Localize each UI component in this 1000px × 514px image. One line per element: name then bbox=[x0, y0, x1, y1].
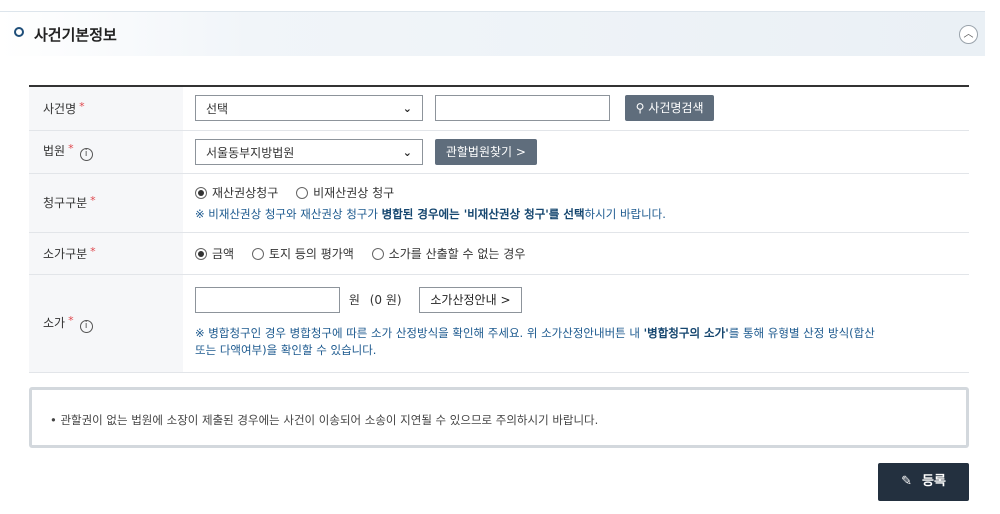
note-text: ※ 병합청구인 경우 병합청구에 따른 소가 산정방식을 확인해 주세요. 위 … bbox=[195, 326, 644, 340]
section-bullet-icon bbox=[14, 27, 24, 37]
chevron-down-icon: ⌄ bbox=[402, 102, 412, 116]
value-label: 소가 bbox=[43, 315, 66, 330]
notice-text: • 관할권이 없는 법원에 소장이 제출된 경우에는 사건이 이송되어 소송이 … bbox=[50, 413, 599, 427]
claim-type-field-cell: 재산권상청구 비재산권상 청구 ※ 비재산권상 청구와 재산권상 청구가 병합된… bbox=[183, 173, 969, 233]
case-info-form: 사건명 * 선택 ⌄ ⚲ 사건명검색 법원 * i 서울동부지방법원 ⌄ 관할법… bbox=[29, 85, 969, 373]
row-case-name: 사건명 * 선택 ⌄ ⚲ 사건명검색 bbox=[29, 86, 969, 131]
option-label: 소가를 산출할 수 없는 경우 bbox=[388, 246, 526, 261]
court-label-cell: 법원 * i bbox=[29, 130, 183, 174]
value-type-option-amount[interactable]: 금액 bbox=[195, 245, 234, 262]
note-text: 하시기 바랍니다. bbox=[584, 206, 666, 221]
notice-box: • 관할권이 없는 법원에 소장이 제출된 경우에는 사건이 이송되어 소송이 … bbox=[29, 387, 969, 448]
note-bold: '병합청구의 소가' bbox=[643, 326, 729, 340]
value-type-option-incalculable[interactable]: 소가를 산출할 수 없는 경우 bbox=[371, 245, 526, 262]
note-bold: 병합된 경우에는 '비재산권상 청구'를 선택 bbox=[381, 206, 585, 221]
value-field-cell: 원 (0 원) 소가산정안내 > ※ 병합청구인 경우 병합청구에 따른 소가 … bbox=[183, 274, 969, 373]
case-name-field-cell: 선택 ⌄ ⚲ 사건명검색 bbox=[183, 86, 969, 131]
register-label: 등록 bbox=[921, 474, 946, 489]
required-mark: * bbox=[68, 142, 74, 155]
claim-type-option-property[interactable]: 재산권상청구 bbox=[195, 184, 278, 201]
page: 사건기본정보 ︿ 사건명 * 선택 ⌄ ⚲ 사건명검색 법원 * i 서울동부지… bbox=[0, 0, 1000, 514]
case-name-search-button[interactable]: ⚲ 사건명검색 bbox=[624, 95, 715, 122]
court-select-value: 서울동부지방법원 bbox=[206, 145, 295, 160]
value-amount-input[interactable] bbox=[195, 287, 340, 313]
court-select[interactable]: 서울동부지방법원 ⌄ bbox=[195, 138, 423, 165]
option-label: 금액 bbox=[212, 246, 235, 261]
pen-icon: ✎ bbox=[901, 474, 912, 489]
claim-type-label: 청구구분 bbox=[43, 196, 88, 210]
row-value: 소가 * i 원 (0 원) 소가산정안내 > ※ 병합청구인 경우 병합청구에 따… bbox=[29, 274, 969, 373]
value-type-field-cell: 금액 토지 등의 평가액 소가를 산출할 수 없는 경우 bbox=[183, 232, 969, 275]
chevron-down-icon: ⌄ bbox=[402, 145, 412, 159]
radio-unchecked-icon[interactable] bbox=[251, 247, 264, 260]
section-header: 사건기본정보 ︿ bbox=[0, 11, 985, 56]
option-label: 토지 등의 평가액 bbox=[268, 246, 354, 261]
claim-type-option-nonproperty[interactable]: 비재산권상 청구 bbox=[296, 184, 394, 201]
claim-type-label-cell: 청구구분 * bbox=[29, 173, 183, 233]
case-name-search-label: 사건명검색 bbox=[648, 101, 704, 116]
court-label: 법원 bbox=[43, 144, 66, 158]
note-text: 를 통해 유형별 산정 방식(합산 bbox=[728, 326, 875, 340]
case-name-label: 사건명 bbox=[43, 101, 77, 116]
value-unit: 원 bbox=[348, 292, 360, 307]
row-claim-type: 청구구분 * 재산권상청구 비재산권상 청구 ※ 비재산권상 청구와 재산권상 청… bbox=[29, 173, 969, 233]
option-label: 재산권상청구 bbox=[212, 185, 279, 200]
register-button[interactable]: ✎ 등록 bbox=[878, 463, 969, 501]
claim-type-options: 재산권상청구 비재산권상 청구 bbox=[195, 184, 969, 201]
case-name-input[interactable] bbox=[434, 95, 610, 122]
radio-unchecked-icon[interactable] bbox=[371, 247, 384, 260]
case-name-select[interactable]: 선택 ⌄ bbox=[195, 95, 423, 122]
required-mark: * bbox=[79, 99, 85, 113]
search-icon: ⚲ bbox=[635, 101, 645, 116]
court-field-cell: 서울동부지방법원 ⌄ 관할법원찾기 > bbox=[183, 130, 969, 174]
value-type-label: 소가구분 bbox=[43, 246, 88, 261]
required-mark: * bbox=[90, 244, 96, 258]
section-title: 사건기본정보 bbox=[34, 26, 117, 44]
note-text: ※ 비재산권상 청구와 재산권상 청구가 bbox=[195, 206, 382, 221]
case-name-label-cell: 사건명 * bbox=[29, 86, 183, 131]
radio-checked-icon[interactable] bbox=[195, 247, 207, 260]
radio-checked-icon[interactable] bbox=[195, 186, 207, 199]
row-court: 법원 * i 서울동부지방법원 ⌄ 관할법원찾기 > bbox=[29, 130, 969, 174]
note-text: 또는 다액여부)을 확인할 수 있습니다. bbox=[195, 343, 377, 357]
option-label: 비재산권상 청구 bbox=[313, 185, 395, 200]
radio-unchecked-icon[interactable] bbox=[296, 186, 309, 199]
claim-type-note: ※ 비재산권상 청구와 재산권상 청구가 병합된 경우에는 '비재산권상 청구'… bbox=[195, 206, 969, 222]
value-guide-button[interactable]: 소가산정안내 > bbox=[419, 287, 522, 313]
value-label-cell: 소가 * i bbox=[29, 274, 183, 373]
value-note: ※ 병합청구인 경우 병합청구에 따른 소가 산정방식을 확인해 주세요. 위 … bbox=[195, 325, 969, 359]
row-value-type: 소가구분 * 금액 토지 등의 평가액 소가를 산출할 수 없는 경우 bbox=[29, 232, 969, 275]
info-icon[interactable]: i bbox=[79, 148, 93, 161]
value-type-option-land[interactable]: 토지 등의 평가액 bbox=[251, 245, 354, 262]
required-mark: * bbox=[68, 313, 74, 327]
chevron-up-icon[interactable]: ︿ bbox=[959, 25, 978, 44]
case-name-select-value: 선택 bbox=[206, 102, 229, 117]
find-court-button[interactable]: 관할법원찾기 > bbox=[434, 138, 537, 165]
value-type-label-cell: 소가구분 * bbox=[29, 232, 183, 275]
value-input-row: 원 (0 원) 소가산정안내 > bbox=[195, 287, 969, 313]
required-mark: * bbox=[90, 194, 96, 207]
info-icon[interactable]: i bbox=[79, 319, 93, 333]
value-amount-display: (0 원) bbox=[369, 292, 402, 307]
